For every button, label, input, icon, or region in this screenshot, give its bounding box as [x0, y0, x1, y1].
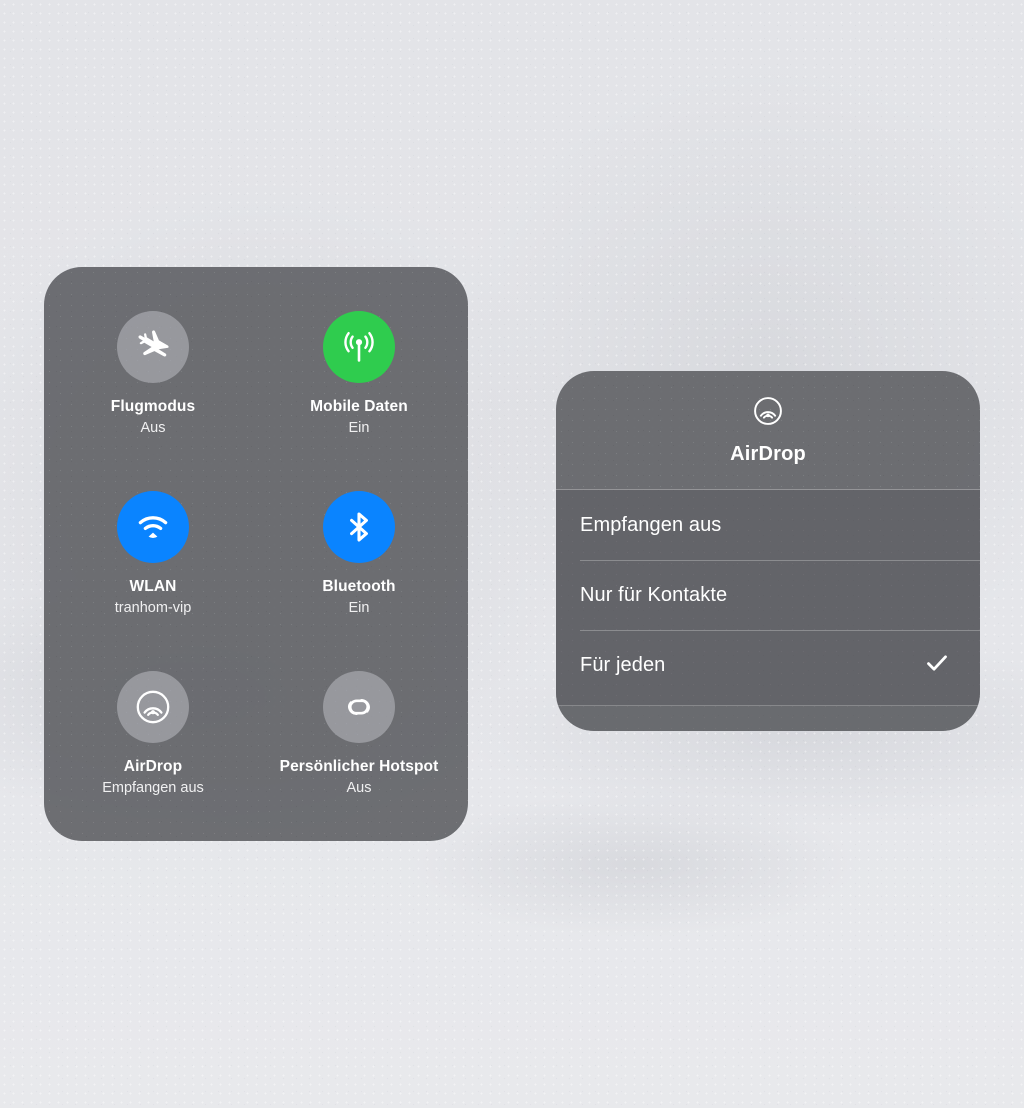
airdrop-option-everyone[interactable]: Für jeden [556, 630, 980, 700]
toggle-title: Flugmodus [110, 398, 196, 416]
airdrop-option-label: Empfangen aus [580, 513, 722, 536]
toggle-status: Aus [346, 779, 372, 796]
cellular-antenna-icon[interactable] [323, 311, 395, 384]
toggle-title: AirDrop [123, 758, 183, 776]
airdrop-option-label: Nur für Kontakte [580, 583, 728, 606]
toggle-wifi[interactable]: WLAN tranhom-vip [50, 465, 256, 645]
airdrop-popup-header: AirDrop [556, 371, 980, 490]
toggle-status: Ein [348, 599, 370, 616]
airdrop-option-receiving-off[interactable]: Empfangen aus ✓ [556, 490, 980, 560]
toggle-title: WLAN [129, 578, 177, 596]
toggle-status: Ein [348, 419, 370, 436]
airdrop-icon[interactable] [117, 671, 189, 744]
airplane-icon[interactable] [117, 311, 189, 384]
airdrop-popup-title: AirDrop [730, 443, 806, 465]
bluetooth-icon[interactable] [323, 491, 395, 564]
toggle-title: Persönlicher Hotspot [279, 758, 439, 776]
toggle-status: tranhom-vip [114, 599, 192, 616]
toggle-title: Bluetooth [322, 578, 396, 596]
toggle-airdrop[interactable]: AirDrop Empfangen aus [50, 645, 256, 825]
airdrop-option-label: Für jeden [580, 653, 666, 676]
airdrop-option-contacts-only[interactable]: Nur für Kontakte ✓ [556, 560, 980, 630]
hotspot-link-icon[interactable] [323, 671, 395, 744]
airdrop-popup-footer [556, 705, 980, 731]
airdrop-popup-panel: AirDrop Empfangen aus ✓ Nur für Kontakte… [556, 371, 980, 731]
airdrop-option-list: Empfangen aus ✓ Nur für Kontakte ✓ Für j… [556, 490, 980, 705]
wifi-icon[interactable] [117, 491, 189, 564]
toggle-status: Empfangen aus [102, 779, 204, 796]
toggle-title: Mobile Daten [310, 398, 408, 416]
toggle-status: Aus [140, 419, 166, 436]
toggle-bluetooth[interactable]: Bluetooth Ein [256, 465, 462, 645]
toggle-personal-hotspot[interactable]: Persönlicher Hotspot Aus [256, 645, 462, 825]
control-center-connectivity-panel: Flugmodus Aus Mobile Daten Ein WLAN tran… [44, 267, 468, 841]
toggle-cellular-data[interactable]: Mobile Daten Ein [256, 285, 462, 465]
airdrop-icon [751, 394, 785, 433]
connectivity-toggle-grid: Flugmodus Aus Mobile Daten Ein WLAN tran… [44, 267, 468, 841]
toggle-airplane-mode[interactable]: Flugmodus Aus [50, 285, 256, 465]
checkmark-icon [924, 650, 950, 681]
